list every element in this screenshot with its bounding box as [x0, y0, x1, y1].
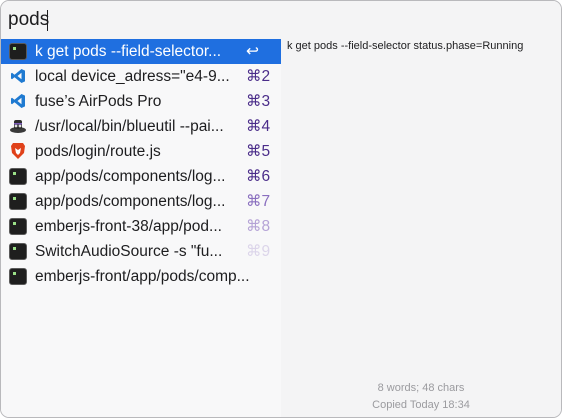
clip-item-1[interactable]: k get pods --field-selector... ↩ [1, 39, 281, 64]
vscode-icon [9, 92, 27, 110]
clip-item-2[interactable]: local device_adress="e4-9... ⌘2 [1, 64, 281, 89]
shortcut-key: ⌘3 [246, 93, 271, 110]
clip-item-4[interactable]: /usr/local/bin/blueutil --pai... ⌘4 [1, 114, 281, 139]
vscode-icon [9, 67, 27, 85]
brave-icon [9, 142, 27, 160]
shortcut-key: ⌘8 [246, 218, 271, 235]
shortcut-key: ⌘6 [246, 168, 271, 185]
terminal-icon [9, 242, 27, 260]
terminal-icon [9, 192, 27, 210]
clip-item-3[interactable]: fuse’s AirPods Pro ⌘3 [1, 89, 281, 114]
clip-item-5[interactable]: pods/login/route.js ⌘5 [1, 139, 281, 164]
clip-text: pods/login/route.js [35, 143, 161, 160]
shortcut-key: ⌘7 [246, 193, 271, 210]
search-input[interactable] [8, 8, 548, 32]
shortcut-key: ⌘4 [246, 118, 271, 135]
clip-text: fuse’s AirPods Pro [35, 93, 162, 110]
clip-item-8[interactable]: emberjs-front-38/app/pod... ⌘8 [1, 214, 281, 239]
shortcut-key: ⌘5 [246, 143, 271, 160]
clip-text: emberjs-front-38/app/pod... [35, 218, 222, 235]
clip-text: k get pods --field-selector... [35, 43, 222, 60]
terminal-icon [9, 267, 27, 285]
clip-text: emberjs-front/app/pods/comp... [35, 268, 250, 285]
blueutil-icon [9, 117, 27, 135]
clip-item-10[interactable]: emberjs-front/app/pods/comp... [1, 264, 281, 289]
terminal-icon [9, 167, 27, 185]
clip-text: app/pods/components/log... [35, 193, 226, 210]
clip-text: app/pods/components/log... [35, 168, 226, 185]
preview-stats: 8 words; 48 chars [377, 382, 465, 394]
clip-text: local device_adress="e4-9... [35, 68, 230, 85]
preview-copied-time: Copied Today 18:34 [372, 399, 470, 411]
text-caret [47, 10, 48, 31]
shortcut-key: ⌘2 [246, 68, 271, 85]
clip-text: /usr/local/bin/blueutil --pai... [35, 118, 224, 135]
clip-item-7[interactable]: app/pods/components/log... ⌘7 [1, 189, 281, 214]
search-bar [1, 1, 561, 37]
clip-list: k get pods --field-selector... ↩ local d… [1, 39, 281, 417]
shortcut-key: ⌘9 [246, 243, 271, 260]
preview-text: k get pods --field-selector status.phase… [287, 40, 524, 52]
preview-pane: k get pods --field-selector status.phase… [281, 37, 561, 417]
return-key-icon: ↩ [246, 43, 259, 60]
clipboard-history-window: k get pods --field-selector... ↩ local d… [0, 0, 562, 418]
clip-text: SwitchAudioSource -s "fu... [35, 243, 223, 260]
terminal-icon [9, 42, 27, 60]
clip-item-9[interactable]: SwitchAudioSource -s "fu... ⌘9 [1, 239, 281, 264]
clip-item-6[interactable]: app/pods/components/log... ⌘6 [1, 164, 281, 189]
terminal-icon [9, 217, 27, 235]
